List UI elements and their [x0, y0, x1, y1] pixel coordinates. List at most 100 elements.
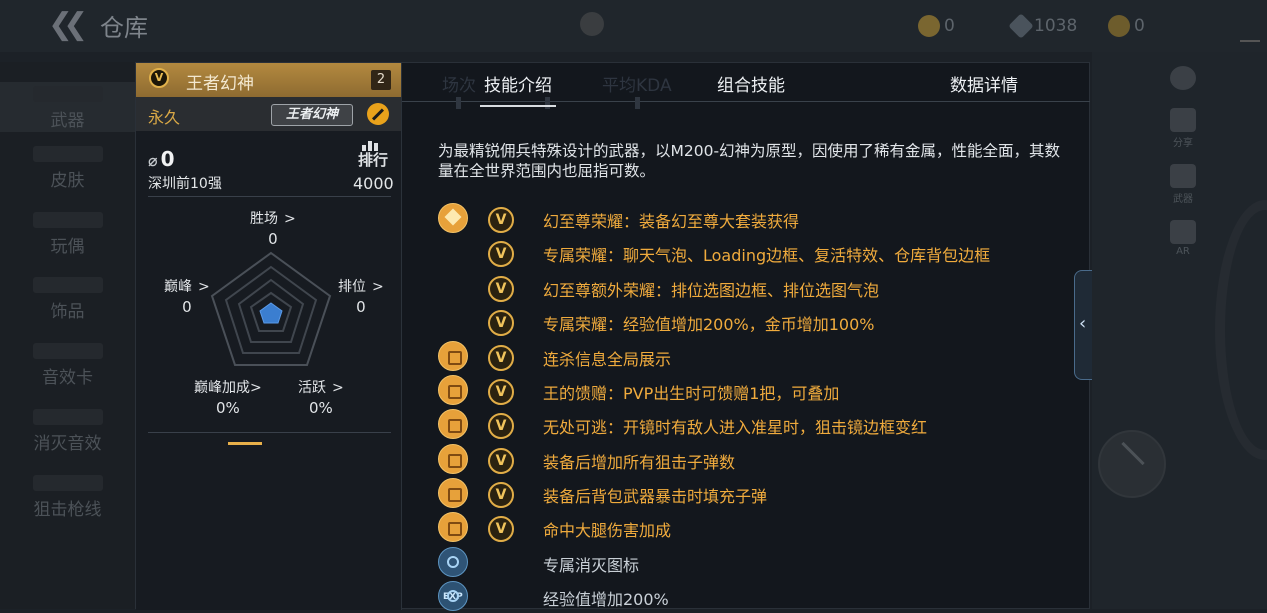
- rifle-icon: [32, 86, 103, 102]
- skill-row: V 专属荣耀：聊天气泡、Loading边框、复活特效、仓库背包边框: [438, 235, 1068, 269]
- skill-row: V 命中大腿伤害加成: [438, 510, 1068, 544]
- sniper-action-button[interactable]: [1098, 430, 1166, 498]
- chevron-right-icon: >: [198, 279, 210, 295]
- weapon-detail-popup: V 王者幻神 2 永久 王者幻神 ⌀0 深圳前10强 排行 4000 胜场>: [135, 62, 1090, 611]
- skill-text: 专属消灭图标: [543, 556, 640, 575]
- sidebar-item-sound-cards[interactable]: 音效卡: [0, 343, 135, 388]
- skill-text: 专属荣耀：经验值增加200%，金币增加100%: [543, 315, 875, 334]
- kill-banner-icon: [438, 341, 468, 371]
- skill-text: 王的馈赠：PVP出生时可馈赠1把，可叠加: [543, 384, 840, 403]
- sidebar-item-label: 玩偶: [50, 237, 85, 257]
- tab-data-details[interactable]: 数据详情: [950, 71, 1018, 96]
- skill-text: 命中大腿伤害加成: [543, 521, 672, 540]
- exp-icon-text: EXP: [443, 592, 463, 602]
- diamond-icon: [1008, 13, 1034, 39]
- divider: [148, 196, 391, 197]
- weapon-logo: 王者幻神: [271, 104, 353, 126]
- stat-peak-bonus[interactable]: 巅峰加成> 0%: [194, 377, 262, 417]
- kill-count-value: 0: [160, 147, 175, 171]
- radar-chart: [210, 251, 332, 366]
- chevron-right-icon: >: [332, 380, 344, 396]
- tab-bar: 场次 平均KDA 技能介绍 组合技能 数据详情: [402, 63, 1090, 109]
- leg-damage-icon: [438, 512, 468, 542]
- sidebar-item-sniper-lines[interactable]: 狙击枪线: [0, 475, 135, 520]
- v-rank-icon: V: [488, 448, 514, 474]
- stat-peak[interactable]: 巅峰 > 0: [164, 276, 210, 316]
- stat-wins-label: 胜场: [250, 211, 278, 227]
- back-chevron-icon[interactable]: ❮❮: [48, 10, 88, 40]
- ghost-mark: [545, 97, 550, 109]
- tab-skill-intro[interactable]: 技能介绍: [480, 71, 556, 107]
- ghost-mark: [456, 97, 461, 109]
- diamond-currency: 1038: [1008, 13, 1077, 39]
- kill-stat-icon: ⌀: [148, 151, 158, 170]
- weapon-description: 为最精锐佣兵特殊设计的武器，以M200-幻神为原型，因使用了稀有金属，性能全面，…: [438, 142, 1061, 180]
- stat-activity[interactable]: 活跃 > 0%: [298, 377, 344, 417]
- skill-text: 连杀信息全局展示: [543, 350, 672, 369]
- sidebar-item-accessories[interactable]: 饰品: [0, 277, 135, 322]
- v-rank-icon: V: [488, 379, 514, 405]
- gold-value: 0: [944, 16, 955, 36]
- skill-row: V 王的馈赠：PVP出生时可馈赠1把，可叠加: [438, 373, 1068, 407]
- duration-label: 永久: [148, 108, 181, 127]
- stat-activity-value: 0%: [308, 399, 333, 417]
- stat-ranked[interactable]: 排位 > 0: [338, 276, 384, 316]
- page-indicator: [228, 442, 262, 445]
- rifle-skin-icon: [32, 146, 103, 162]
- doll-icon: [32, 212, 103, 228]
- v-rank-icon: V: [488, 482, 514, 508]
- stat-peak-bonus-label: 巅峰加成: [194, 380, 250, 396]
- skill-text: 装备后增加所有狙击子弹数: [543, 453, 736, 472]
- prohibited-icon[interactable]: [367, 103, 389, 125]
- skill-row: V 装备后增加所有狙击子弹数: [438, 442, 1068, 476]
- kill-count: ⌀ 0: [148, 147, 175, 171]
- sidebar-item-dolls[interactable]: 玩偶: [0, 212, 135, 257]
- page-title: 仓库: [100, 14, 148, 42]
- stat-peak-value: 0: [182, 298, 192, 316]
- chevron-left-icon: ‹: [1079, 313, 1087, 334]
- skill-text: 幻至尊荣耀：装备幻至尊大套装获得: [543, 212, 800, 231]
- weapon-name-bar: V 王者幻神 2: [136, 63, 401, 97]
- v-rank-icon: V: [488, 310, 514, 336]
- skill-text: 幻至尊额外荣耀：排位选图边框、排位选图气泡: [543, 281, 880, 300]
- sidebar-item-label: 饰品: [50, 302, 85, 322]
- share-button[interactable]: 分享: [1165, 108, 1201, 149]
- rotate-icon: [1170, 66, 1196, 90]
- skill-row: V 幻至尊额外荣耀：排位选图边框、排位选图气泡: [438, 270, 1068, 304]
- skill-text: 专属荣耀：聊天气泡、Loading边框、复活特效、仓库背包边框: [543, 246, 991, 265]
- coupon-value: 0: [1134, 16, 1145, 36]
- chevron-right-icon: >: [250, 380, 262, 396]
- weapon-view-button[interactable]: 武器: [1165, 164, 1201, 205]
- collapse-panel-button[interactable]: ‹: [1074, 270, 1092, 380]
- duration-bar: 永久 王者幻神: [136, 97, 401, 131]
- sidebar-item-skins[interactable]: 皮肤: [0, 146, 135, 191]
- skill-row: V 专属荣耀：经验值增加200%，金币增加100%: [438, 304, 1068, 338]
- sidebar-item-kill-sounds[interactable]: 消灭音效: [0, 409, 135, 454]
- rotate-button[interactable]: [1165, 66, 1201, 92]
- item-count-badge: 2: [371, 70, 391, 90]
- ghost-mark: [635, 97, 640, 109]
- sniper-icon: [32, 475, 103, 491]
- stat-wins[interactable]: 胜场 > 0: [250, 208, 296, 248]
- camera-icon: [1170, 220, 1196, 244]
- v-rank-icon: V: [488, 516, 514, 542]
- skill-row: EXP 经验值增加200%: [438, 579, 1068, 613]
- skill-text: 装备后背包武器暴击时填充子弹: [543, 487, 768, 506]
- skill-text: 无处可逃：开镜时有敌人进入准星时，狙击镜边框变红: [543, 418, 928, 437]
- exp-icon: EXP: [438, 581, 468, 611]
- skill-row: V 连杀信息全局展示: [438, 339, 1068, 373]
- menu-icon[interactable]: [1240, 40, 1260, 42]
- sidebar-item-weapons[interactable]: 武器: [0, 82, 135, 132]
- accessory-icon: [32, 277, 103, 293]
- sidebar-item-label: 消灭音效: [33, 434, 102, 454]
- rank-value: 4000: [353, 174, 394, 193]
- v-rank-icon: V: [488, 276, 514, 302]
- rank-label[interactable]: 排行: [358, 149, 388, 170]
- ghost-tab-matches: 场次: [442, 76, 476, 96]
- gold-coin-icon: [918, 15, 940, 37]
- stat-peak-bonus-value: 0%: [215, 399, 240, 417]
- coupon-currency: 0: [1108, 14, 1145, 38]
- ar-button[interactable]: AR: [1165, 220, 1201, 257]
- tab-combo-skills[interactable]: 组合技能: [717, 71, 785, 96]
- sidebar-item-label: 狙击枪线: [33, 500, 102, 520]
